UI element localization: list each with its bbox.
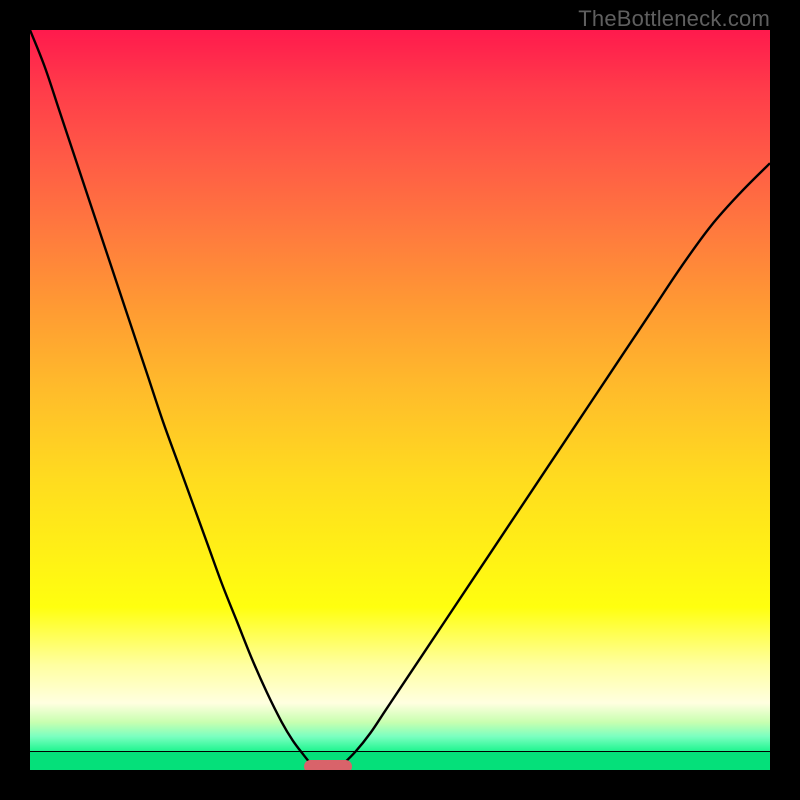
chart-frame: TheBottleneck.com	[0, 0, 800, 800]
curve-layer	[30, 30, 770, 770]
attribution-text: TheBottleneck.com	[578, 6, 770, 32]
optimal-marker	[304, 760, 352, 770]
plot-area	[30, 30, 770, 770]
right-branch-curve	[341, 163, 770, 766]
left-branch-curve	[30, 30, 313, 766]
